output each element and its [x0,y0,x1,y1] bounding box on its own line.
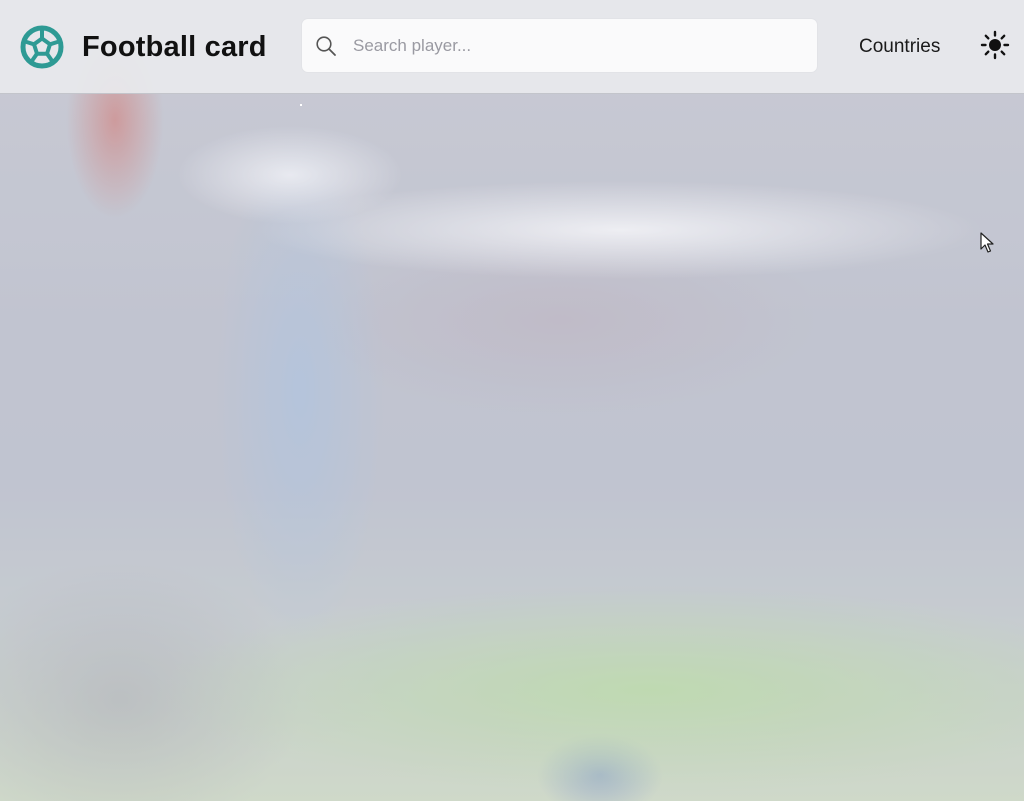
stadium-background-image [0,0,1024,801]
search-bar[interactable] [301,18,818,73]
mouse-pointer-icon [980,232,994,253]
nav-link-countries[interactable]: Countries [859,36,940,58]
top-navigation-bar: Football card Countries [0,0,1024,94]
theme-toggle-button[interactable] [980,30,1010,60]
app-title: Football card [82,30,267,63]
sun-icon [980,30,1010,60]
page: Football card Countries [0,0,1024,801]
search-input[interactable] [351,34,795,57]
soccer-ball-icon [20,25,64,69]
search-icon [316,35,336,56]
brand[interactable]: Football card [20,24,267,70]
background-speck [300,104,302,106]
